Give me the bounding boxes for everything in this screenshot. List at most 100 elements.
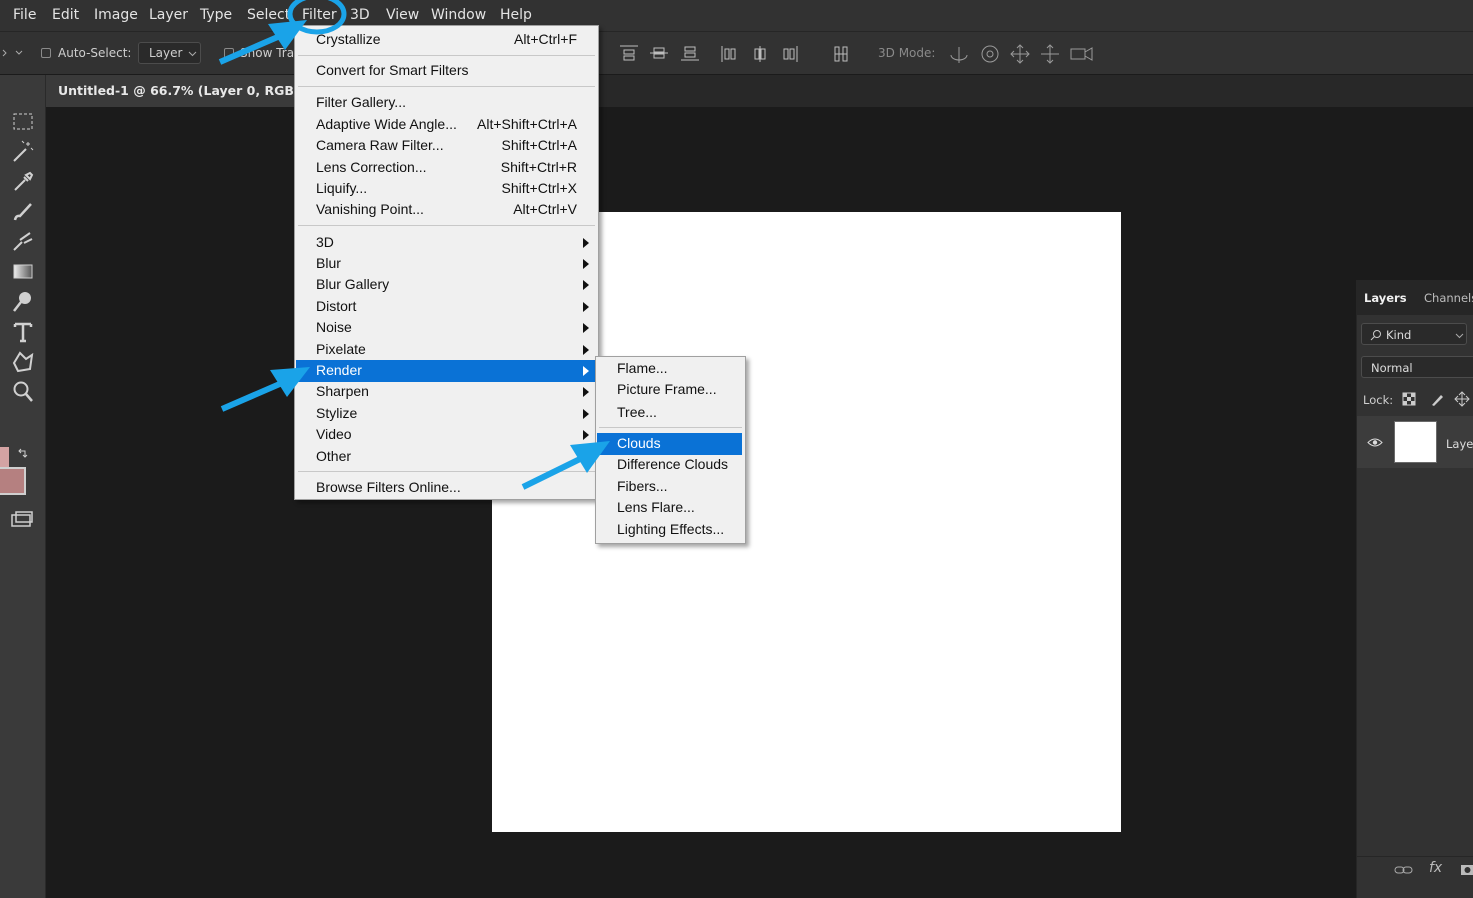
shape-tool-icon[interactable] [10, 349, 36, 375]
marquee-tool-icon[interactable] [10, 109, 36, 135]
video-camera-icon[interactable] [1069, 45, 1095, 63]
layer-name[interactable]: Layer [1446, 437, 1473, 451]
submenu-item-clouds[interactable]: Clouds [597, 433, 742, 455]
align-right-icon[interactable] [780, 44, 800, 64]
menu-item-liquify[interactable]: Liquify... Shift+Ctrl+X [296, 178, 597, 200]
menu-separator [298, 471, 595, 472]
tool-preset-icon[interactable] [2, 48, 26, 58]
filter-menu: Crystallize Alt+Ctrl+F Convert for Smart … [294, 25, 599, 500]
align-horizontal-center-icon[interactable] [750, 44, 770, 64]
align-left-icon[interactable] [719, 44, 739, 64]
eye-visibility-icon[interactable] [1367, 437, 1383, 448]
document-tab[interactable]: Untitled-1 @ 66.7% (Layer 0, RGB/8#) [46, 75, 323, 107]
menu-item-pixelate[interactable]: Pixelate [296, 339, 597, 361]
menu-item-sharpen[interactable]: Sharpen [296, 381, 597, 403]
menu-separator [298, 55, 595, 56]
eyedropper-tool-icon[interactable] [10, 169, 36, 195]
menu-item-vanishing-point[interactable]: Vanishing Point... Alt+Ctrl+V [296, 199, 597, 221]
panel-footer-divider [1357, 856, 1473, 857]
document-tab-bar: Untitled-1 @ 66.7% (Layer 0, RGB/8#) [46, 75, 1473, 107]
menu-item-browse-filters-online[interactable]: Browse Filters Online... [296, 477, 597, 499]
menu-3d[interactable]: 3D [350, 7, 370, 23]
submenu-item-picture-frame[interactable]: Picture Frame... [597, 379, 744, 401]
background-color-swatch[interactable] [0, 467, 26, 495]
dodge-tool-icon[interactable] [10, 289, 36, 315]
slide-3d-icon[interactable] [1039, 43, 1061, 65]
menu-help[interactable]: Help [500, 7, 532, 23]
submenu-arrow-icon [583, 452, 589, 462]
menu-item-blur-gallery[interactable]: Blur Gallery [296, 274, 597, 296]
submenu-arrow-icon [583, 345, 589, 355]
auto-select-checkbox[interactable] [41, 48, 51, 58]
menu-edit[interactable]: Edit [52, 7, 79, 23]
menu-select[interactable]: Select [247, 7, 290, 23]
lock-position-icon[interactable] [1454, 391, 1470, 407]
zoom-tool-icon[interactable] [10, 379, 36, 405]
menu-separator [599, 427, 742, 428]
menu-item-filter-gallery[interactable]: Filter Gallery... [296, 92, 597, 114]
menu-separator [298, 86, 595, 87]
layers-panel: Layers Channels Kind Normal Lock: Layer … [1356, 280, 1473, 898]
submenu-arrow-icon [583, 387, 589, 397]
add-mask-icon[interactable] [1460, 863, 1473, 877]
align-bottom-icon[interactable] [679, 44, 701, 62]
roll-3d-icon[interactable] [979, 43, 1001, 65]
blend-mode-dropdown[interactable]: Normal [1361, 356, 1473, 378]
magic-wand-tool-icon[interactable] [10, 139, 36, 165]
mode-3d-label: 3D Mode: [878, 46, 936, 60]
lock-transparent-pixels-icon[interactable] [1402, 392, 1416, 406]
align-top-icon[interactable] [618, 44, 640, 62]
gradient-tool-icon[interactable] [10, 259, 36, 285]
submenu-item-flame[interactable]: Flame... [597, 358, 744, 380]
menu-item-adaptive-wide-angle[interactable]: Adaptive Wide Angle... Alt+Shift+Ctrl+A [296, 114, 597, 136]
menu-item-camera-raw-filter[interactable]: Camera Raw Filter... Shift+Ctrl+A [296, 135, 597, 157]
submenu-item-fibers[interactable]: Fibers... [597, 476, 744, 498]
layer-thumbnail [1394, 421, 1437, 463]
menu-layer[interactable]: Layer [149, 7, 188, 23]
lock-image-pixels-icon[interactable] [1430, 392, 1444, 406]
menu-view[interactable]: View [386, 7, 419, 23]
submenu-item-tree[interactable]: Tree... [597, 402, 744, 424]
menu-filter[interactable]: Filter [302, 7, 337, 23]
brush-tool-icon[interactable] [10, 199, 36, 225]
layer-row[interactable]: Layer [1357, 416, 1473, 468]
align-vertical-center-icon[interactable] [648, 44, 670, 62]
lock-label: Lock: [1363, 393, 1394, 407]
menu-item-blur[interactable]: Blur [296, 253, 597, 275]
pan-3d-icon[interactable] [1009, 43, 1031, 65]
menu-window[interactable]: Window [431, 7, 486, 23]
menu-item-convert-for-smart-filters[interactable]: Convert for Smart Filters [296, 60, 597, 82]
distribute-icon[interactable] [831, 44, 851, 64]
layer-filter-kind-dropdown[interactable]: Kind [1361, 323, 1467, 345]
submenu-arrow-icon [583, 238, 589, 248]
menu-type[interactable]: Type [200, 7, 232, 23]
menu-item-distort[interactable]: Distort [296, 296, 597, 318]
link-layers-icon[interactable] [1394, 864, 1414, 876]
orbit-3d-icon[interactable] [947, 43, 971, 65]
swap-colors-icon[interactable] [17, 447, 29, 459]
type-tool-icon[interactable] [10, 319, 36, 345]
menu-image[interactable]: Image [94, 7, 138, 23]
menu-item-other[interactable]: Other [296, 446, 597, 468]
screen-mode-icon[interactable] [10, 509, 38, 529]
auto-select-target-dropdown[interactable]: Layer [138, 42, 201, 64]
tab-layers[interactable]: Layers [1364, 291, 1407, 305]
clone-stamp-tool-icon[interactable] [10, 229, 36, 255]
menu-item-lens-correction[interactable]: Lens Correction... Shift+Ctrl+R [296, 157, 597, 179]
submenu-item-difference-clouds[interactable]: Difference Clouds [597, 454, 744, 476]
menu-item-video[interactable]: Video [296, 424, 597, 446]
layer-styles-fx-button[interactable]: fx [1429, 860, 1442, 876]
submenu-item-lighting-effects[interactable]: Lighting Effects... [597, 519, 744, 541]
menu-item-crystallize[interactable]: Crystallize Alt+Ctrl+F [296, 29, 597, 51]
auto-select-target-value: Layer [149, 46, 183, 60]
tab-channels[interactable]: Channels [1424, 291, 1473, 305]
menu-item-3d[interactable]: 3D [296, 232, 597, 254]
menu-file[interactable]: File [13, 7, 36, 23]
menu-separator [298, 225, 595, 226]
menu-item-stylize[interactable]: Stylize [296, 403, 597, 425]
menu-item-render[interactable]: Render [296, 360, 597, 382]
menu-item-noise[interactable]: Noise [296, 317, 597, 339]
submenu-item-lens-flare[interactable]: Lens Flare... [597, 497, 744, 519]
show-transform-checkbox[interactable] [224, 48, 234, 58]
submenu-arrow-icon [583, 259, 589, 269]
